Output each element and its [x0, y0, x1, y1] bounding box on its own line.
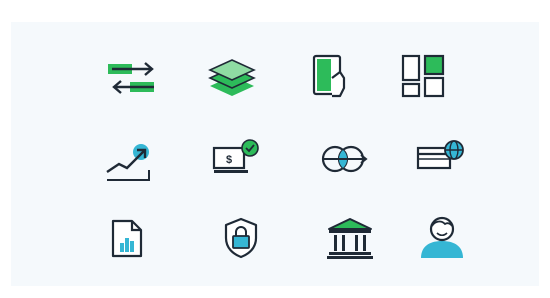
verified-payment-icon: $ [212, 138, 264, 178]
tablet-hand-icon [310, 54, 354, 102]
icon-panel: $ [11, 22, 539, 286]
report-document-icon [110, 218, 146, 260]
stacked-layers-icon [206, 56, 258, 100]
bank-building-icon [326, 216, 374, 260]
security-shield-icon [221, 216, 261, 260]
dashboard-grid-icon [401, 54, 447, 100]
growth-chart-icon [103, 140, 157, 184]
transfer-arrows-icon [108, 60, 158, 100]
user-profile-icon [415, 212, 469, 260]
global-card-icon [416, 138, 466, 174]
currency-exchange-icon [320, 142, 368, 176]
svg-text:$: $ [226, 154, 232, 166]
